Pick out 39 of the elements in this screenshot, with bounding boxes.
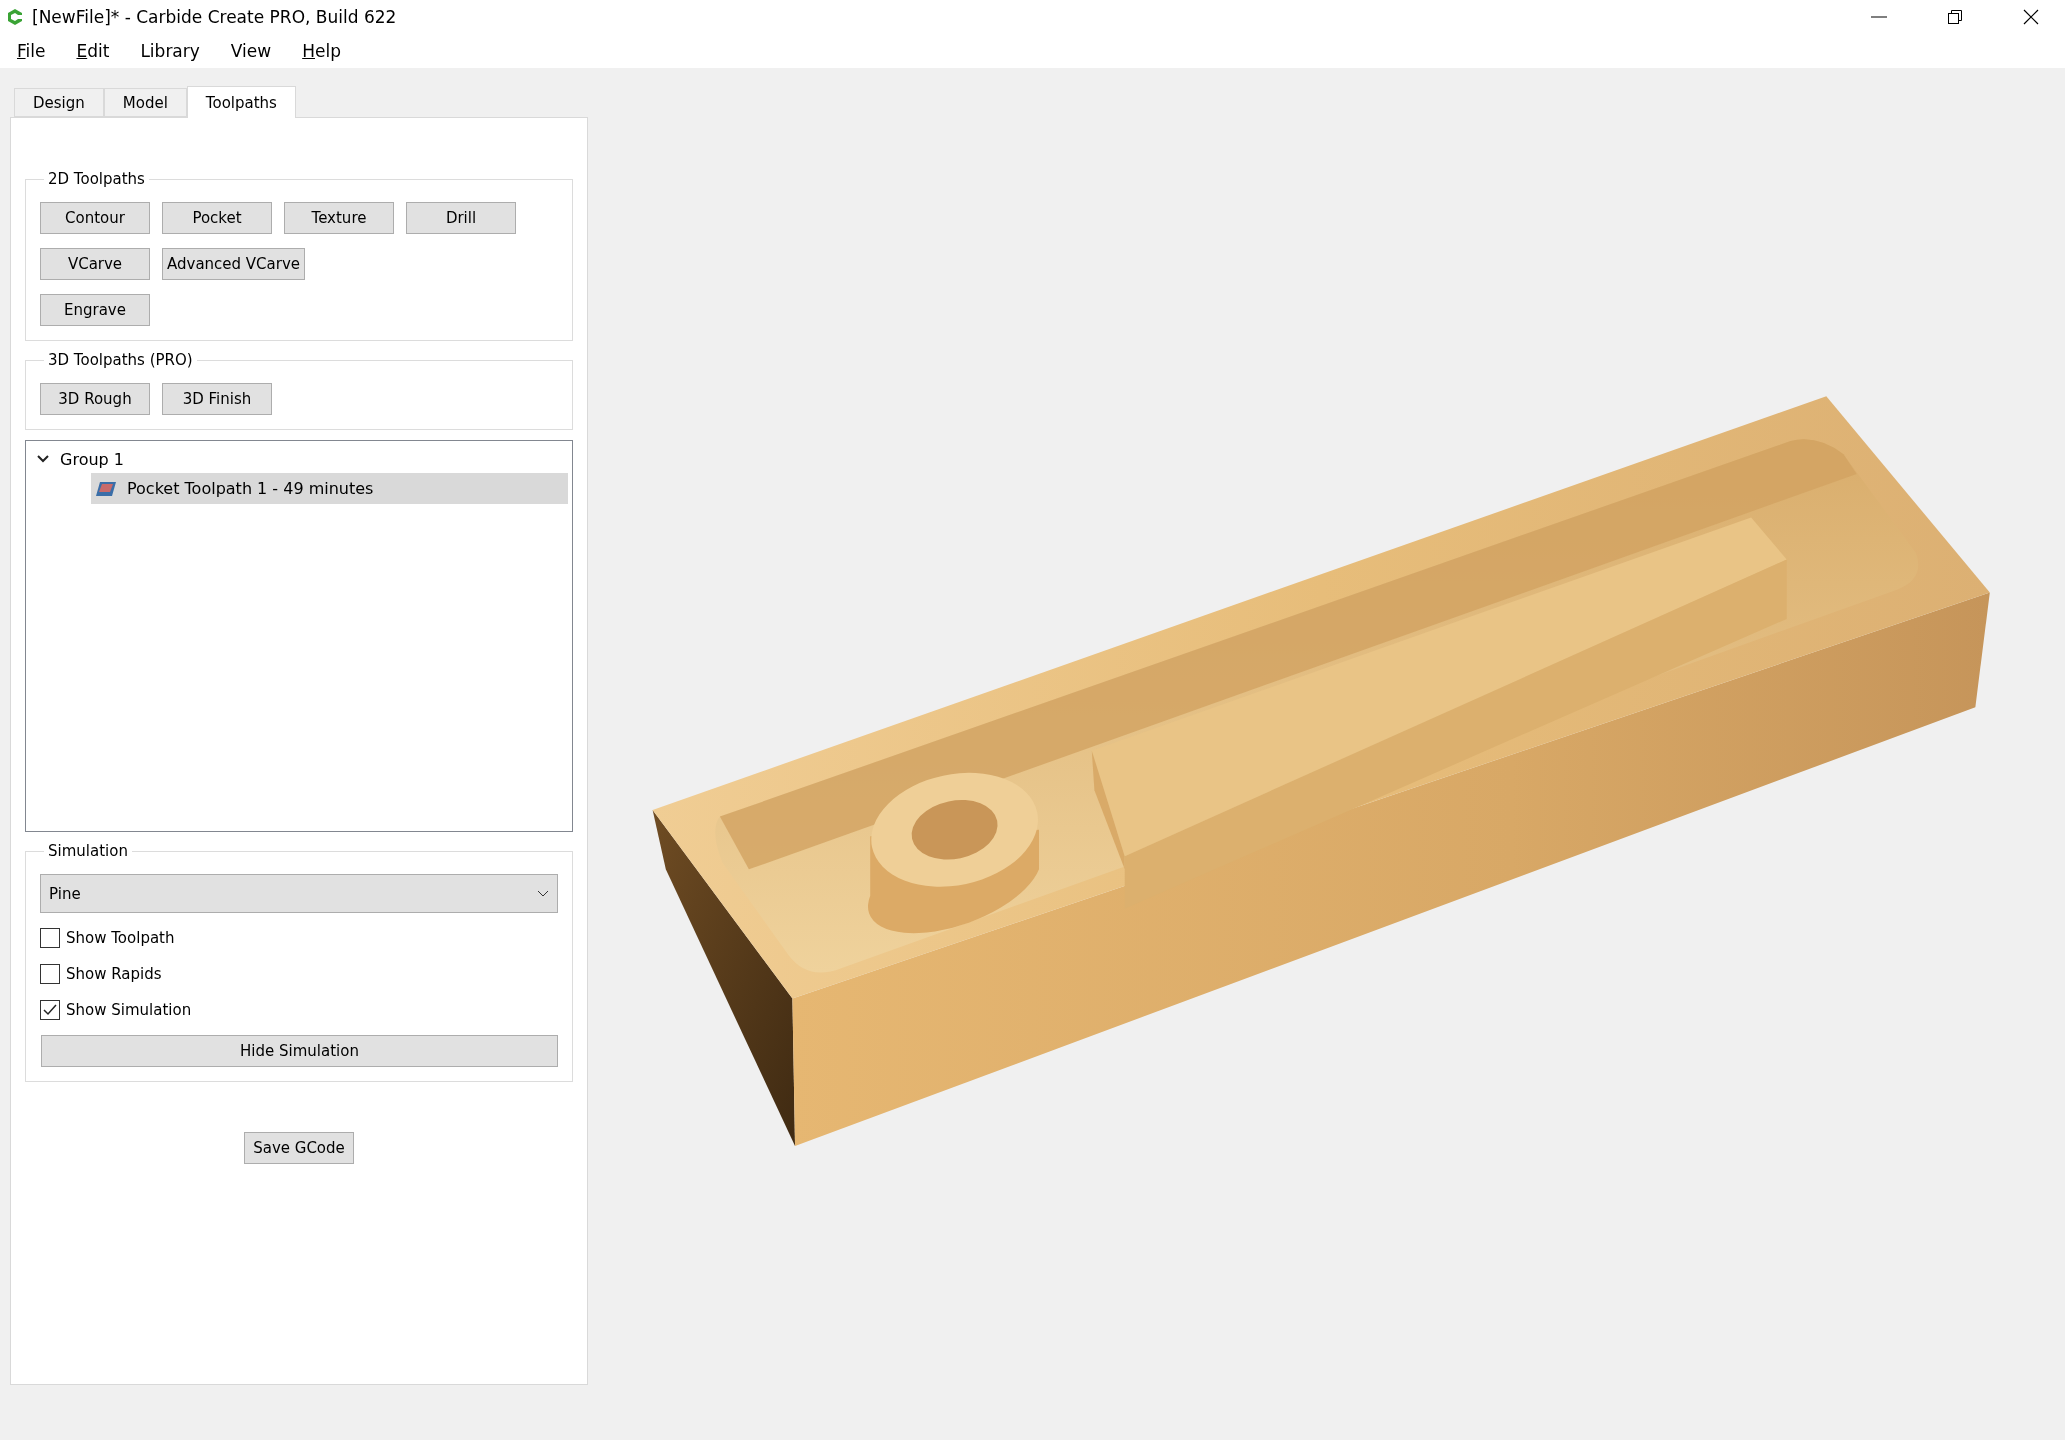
checkbox[interactable] bbox=[40, 1000, 60, 1020]
checkbox-label[interactable]: Show Toolpath bbox=[66, 929, 175, 947]
tab[interactable]: Toolpaths bbox=[186, 86, 296, 118]
group-title: 3D Toolpaths (PRO) bbox=[47, 351, 194, 369]
toolpath-button[interactable]: Texture bbox=[284, 202, 394, 234]
toolpath-button[interactable]: VCarve bbox=[40, 248, 150, 280]
material-dropdown[interactable]: Pine bbox=[40, 874, 558, 913]
checkbox-label[interactable]: Show Simulation bbox=[66, 1001, 192, 1019]
close-icon bbox=[2023, 9, 2039, 25]
app-logo-icon bbox=[6, 8, 24, 26]
toolpath-button[interactable]: 3D Finish bbox=[162, 383, 272, 415]
tab[interactable]: Design bbox=[14, 88, 104, 117]
tab[interactable]: Model bbox=[103, 88, 187, 117]
menu-item[interactable]: File bbox=[6, 41, 57, 61]
group-title: 2D Toolpaths bbox=[47, 170, 146, 188]
menu-item[interactable]: Edit bbox=[65, 41, 121, 61]
checkbox-label[interactable]: Show Rapids bbox=[66, 965, 162, 983]
toolpath-button[interactable]: Engrave bbox=[40, 294, 150, 326]
toolpath-button[interactable]: Drill bbox=[406, 202, 516, 234]
toolpath-button[interactable]: Pocket bbox=[162, 202, 272, 234]
expand-chevron-icon[interactable] bbox=[36, 454, 50, 464]
tree-item[interactable]: Group 1 bbox=[60, 449, 124, 469]
toolpath-icon bbox=[95, 479, 117, 498]
checkbox[interactable] bbox=[40, 964, 60, 984]
hide-simulation-button[interactable]: Hide Simulation bbox=[41, 1035, 558, 1067]
toolpath-button[interactable]: Advanced VCarve bbox=[162, 248, 306, 280]
toolpath-item[interactable]: Pocket Toolpath 1 - 49 minutes bbox=[91, 473, 568, 504]
group-title: Simulation bbox=[47, 842, 129, 860]
toolpath-button[interactable]: 3D Rough bbox=[40, 383, 150, 415]
menu-item[interactable]: Library bbox=[129, 41, 211, 61]
menu-item[interactable]: View bbox=[219, 41, 283, 61]
checkbox[interactable] bbox=[40, 928, 60, 948]
window-title: [NewFile]* - Carbide Create PRO, Build 622 bbox=[32, 7, 398, 27]
minimize-icon bbox=[1871, 16, 1887, 18]
restore-icon bbox=[1947, 9, 1963, 25]
chevron-down-icon bbox=[537, 889, 549, 898]
save-gcode-button[interactable]: Save GCode bbox=[244, 1132, 354, 1164]
toolpath-button[interactable]: Contour bbox=[40, 202, 150, 234]
menu-item[interactable]: Help bbox=[291, 41, 352, 61]
